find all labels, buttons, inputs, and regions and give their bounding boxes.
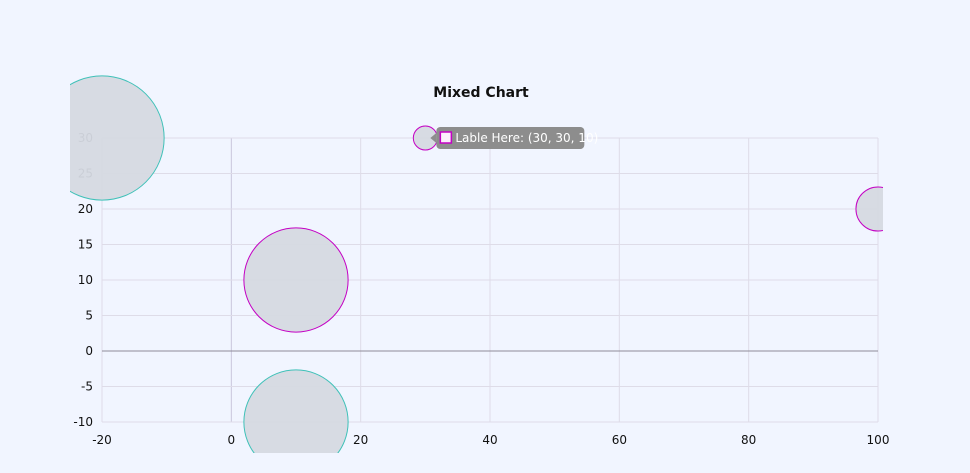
- bubble-point[interactable]: [40, 75, 165, 201]
- bubble-chart: Mixed Chart -20 0 20 40 60 80 100 -10 -5 0 5 10 15 20…: [40, 75, 900, 473]
- x-tick-label: -20: [92, 433, 112, 447]
- y-tick-label: 5: [85, 309, 93, 323]
- x-tick-label: 100: [867, 433, 890, 447]
- y-tick-label: -5: [81, 380, 93, 394]
- bubble-point[interactable]: [243, 227, 349, 333]
- y-tick-label: 15: [78, 238, 93, 252]
- tooltip-swatch: [439, 131, 453, 144]
- grid-lines: [101, 137, 879, 423]
- chart-title: Mixed Chart: [433, 85, 529, 101]
- bubble-point[interactable]: [855, 186, 900, 232]
- x-tick-label: 0: [228, 433, 236, 447]
- axes: -20020406080100-10-5051015202530: [73, 131, 889, 447]
- y-tick-label: -10: [73, 415, 93, 429]
- tooltip-label: Lable Here: (30, 30, 10): [455, 131, 598, 145]
- y-tick-label: 0: [85, 344, 93, 358]
- tooltip: Lable Here: (30, 30, 10): [430, 127, 598, 149]
- x-tick-label: 20: [353, 433, 368, 447]
- x-tick-label: 60: [612, 433, 627, 447]
- y-tick-label: 20: [78, 202, 93, 216]
- y-tick-label: 10: [78, 273, 93, 287]
- chart-container: Mixed Chart -20 0 20 40 60 80 100 -10 -5 0 5 10 15 20…: [0, 0, 970, 473]
- x-tick-label: 80: [741, 433, 756, 447]
- x-tick-label: 40: [482, 433, 497, 447]
- bubble-point[interactable]: [243, 369, 349, 473]
